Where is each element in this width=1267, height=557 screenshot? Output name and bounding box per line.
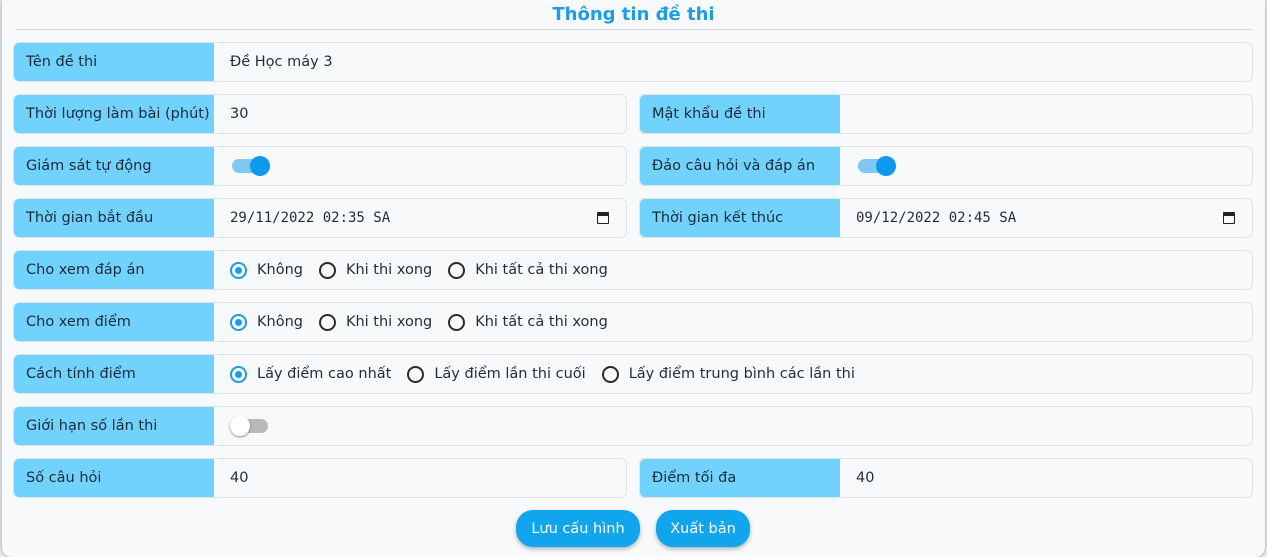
exam-name-label: Tên đề thi [14, 43, 214, 81]
question-count-label: Số câu hỏi [14, 459, 214, 497]
max-score-input[interactable]: 40 [840, 459, 1252, 497]
radio-option[interactable]: Lấy điểm lần thi cuối [407, 365, 586, 383]
duration-input[interactable]: 30 [214, 95, 626, 133]
radio-option[interactable]: Không [230, 313, 303, 331]
radio-option[interactable]: Khi tất cả thi xong [448, 261, 608, 279]
radio-checked-icon[interactable] [230, 365, 247, 383]
exam-name-input[interactable]: Đề Học máy 3 [214, 43, 1252, 81]
publish-button[interactable]: Xuất bản [656, 510, 750, 547]
radio-label: Lấy điểm cao nhất [257, 366, 392, 382]
show-score-row: Cho xem điểm Không Khi thi xong Khi tất … [13, 302, 1253, 342]
auto-monitor-label: Giám sát tự động [14, 147, 214, 185]
radio-unchecked-icon[interactable] [601, 365, 619, 383]
question-count-input[interactable]: 40 [214, 459, 626, 497]
max-score-label: Điểm tối đa [640, 459, 840, 497]
password-label: Mật khẩu đề thi [640, 95, 840, 133]
radio-label: Lấy điểm trung bình các lần thi [628, 366, 855, 382]
password-input[interactable] [840, 95, 1252, 133]
password-row: Mật khẩu đề thi [639, 94, 1253, 134]
scoring-row: Cách tính điểm Lấy điểm cao nhất Lấy điể… [13, 354, 1253, 394]
radio-label: Khi thi xong [345, 262, 433, 278]
start-time-input[interactable]: 29/11/2022 02:35 SA [214, 199, 626, 237]
radio-label: Không [257, 314, 303, 330]
duration-row: Thời lượng làm bài (phút) 30 [13, 94, 627, 134]
max-score-row: Điểm tối đa 40 [639, 458, 1253, 498]
radio-option[interactable]: Lấy điểm cao nhất [230, 365, 392, 383]
radio-option[interactable]: Không [230, 261, 303, 279]
scoring-label: Cách tính điểm [14, 355, 214, 393]
duration-label: Thời lượng làm bài (phút) [14, 95, 214, 133]
scoring-options: Lấy điểm cao nhất Lấy điểm lần thi cuối … [214, 355, 1252, 393]
radio-unchecked-icon[interactable] [448, 313, 466, 331]
radio-unchecked-icon[interactable] [318, 261, 336, 279]
auto-monitor-cell [214, 147, 626, 185]
radio-option[interactable]: Khi thi xong [318, 261, 433, 279]
end-time-input[interactable]: 09/12/2022 02:45 SA [840, 199, 1252, 237]
calendar-icon[interactable] [1223, 212, 1235, 224]
show-score-options: Không Khi thi xong Khi tất cả thi xong [214, 303, 1252, 341]
attempt-limit-toggle[interactable] [230, 416, 268, 436]
radio-option[interactable]: Khi tất cả thi xong [448, 313, 608, 331]
title-divider [15, 29, 1252, 30]
attempt-limit-cell [214, 407, 1252, 445]
show-answers-label: Cho xem đáp án [14, 251, 214, 289]
calendar-icon[interactable] [597, 212, 609, 224]
end-time-row: Thời gian kết thúc 09/12/2022 02:45 SA [639, 198, 1253, 238]
toggle-knob [250, 156, 270, 176]
auto-monitor-row: Giám sát tự động [13, 146, 627, 186]
exam-name-row: Tên đề thi Đề Học máy 3 [13, 42, 1253, 82]
shuffle-row: Đảo câu hỏi và đáp án [639, 146, 1253, 186]
attempt-limit-label: Giới hạn số lần thi [14, 407, 214, 445]
toggle-knob [230, 416, 250, 436]
radio-label: Khi tất cả thi xong [475, 262, 608, 278]
toggle-knob [876, 156, 896, 176]
save-config-button[interactable]: Lưu cấu hình [516, 510, 640, 547]
radio-unchecked-icon[interactable] [407, 365, 425, 383]
start-time-row: Thời gian bắt đầu 29/11/2022 02:35 SA [13, 198, 627, 238]
radio-checked-icon[interactable] [230, 261, 247, 279]
question-count-row: Số câu hỏi 40 [13, 458, 627, 498]
show-answers-row: Cho xem đáp án Không Khi thi xong Khi tấ… [13, 250, 1253, 290]
radio-label: Khi tất cả thi xong [475, 314, 608, 330]
radio-label: Khi thi xong [345, 314, 433, 330]
radio-label: Không [257, 262, 303, 278]
show-score-label: Cho xem điểm [14, 303, 214, 341]
start-time-label: Thời gian bắt đầu [14, 199, 214, 237]
radio-unchecked-icon[interactable] [448, 261, 466, 279]
attempt-limit-row: Giới hạn số lần thi [13, 406, 1253, 446]
exam-info-panel: Thông tin đề thi Tên đề thi Đề Học máy 3… [2, 0, 1265, 557]
shuffle-cell [840, 147, 1252, 185]
page-title: Thông tin đề thi [552, 4, 715, 25]
end-time-label: Thời gian kết thúc [640, 199, 840, 237]
shuffle-label: Đảo câu hỏi và đáp án [640, 147, 840, 185]
radio-option[interactable]: Khi thi xong [318, 313, 433, 331]
shuffle-toggle[interactable] [858, 156, 896, 176]
radio-label: Lấy điểm lần thi cuối [434, 366, 586, 382]
radio-option[interactable]: Lấy điểm trung bình các lần thi [601, 365, 855, 383]
show-answers-options: Không Khi thi xong Khi tất cả thi xong [214, 251, 1252, 289]
radio-unchecked-icon[interactable] [318, 313, 336, 331]
auto-monitor-toggle[interactable] [232, 156, 270, 176]
radio-checked-icon[interactable] [230, 313, 247, 331]
